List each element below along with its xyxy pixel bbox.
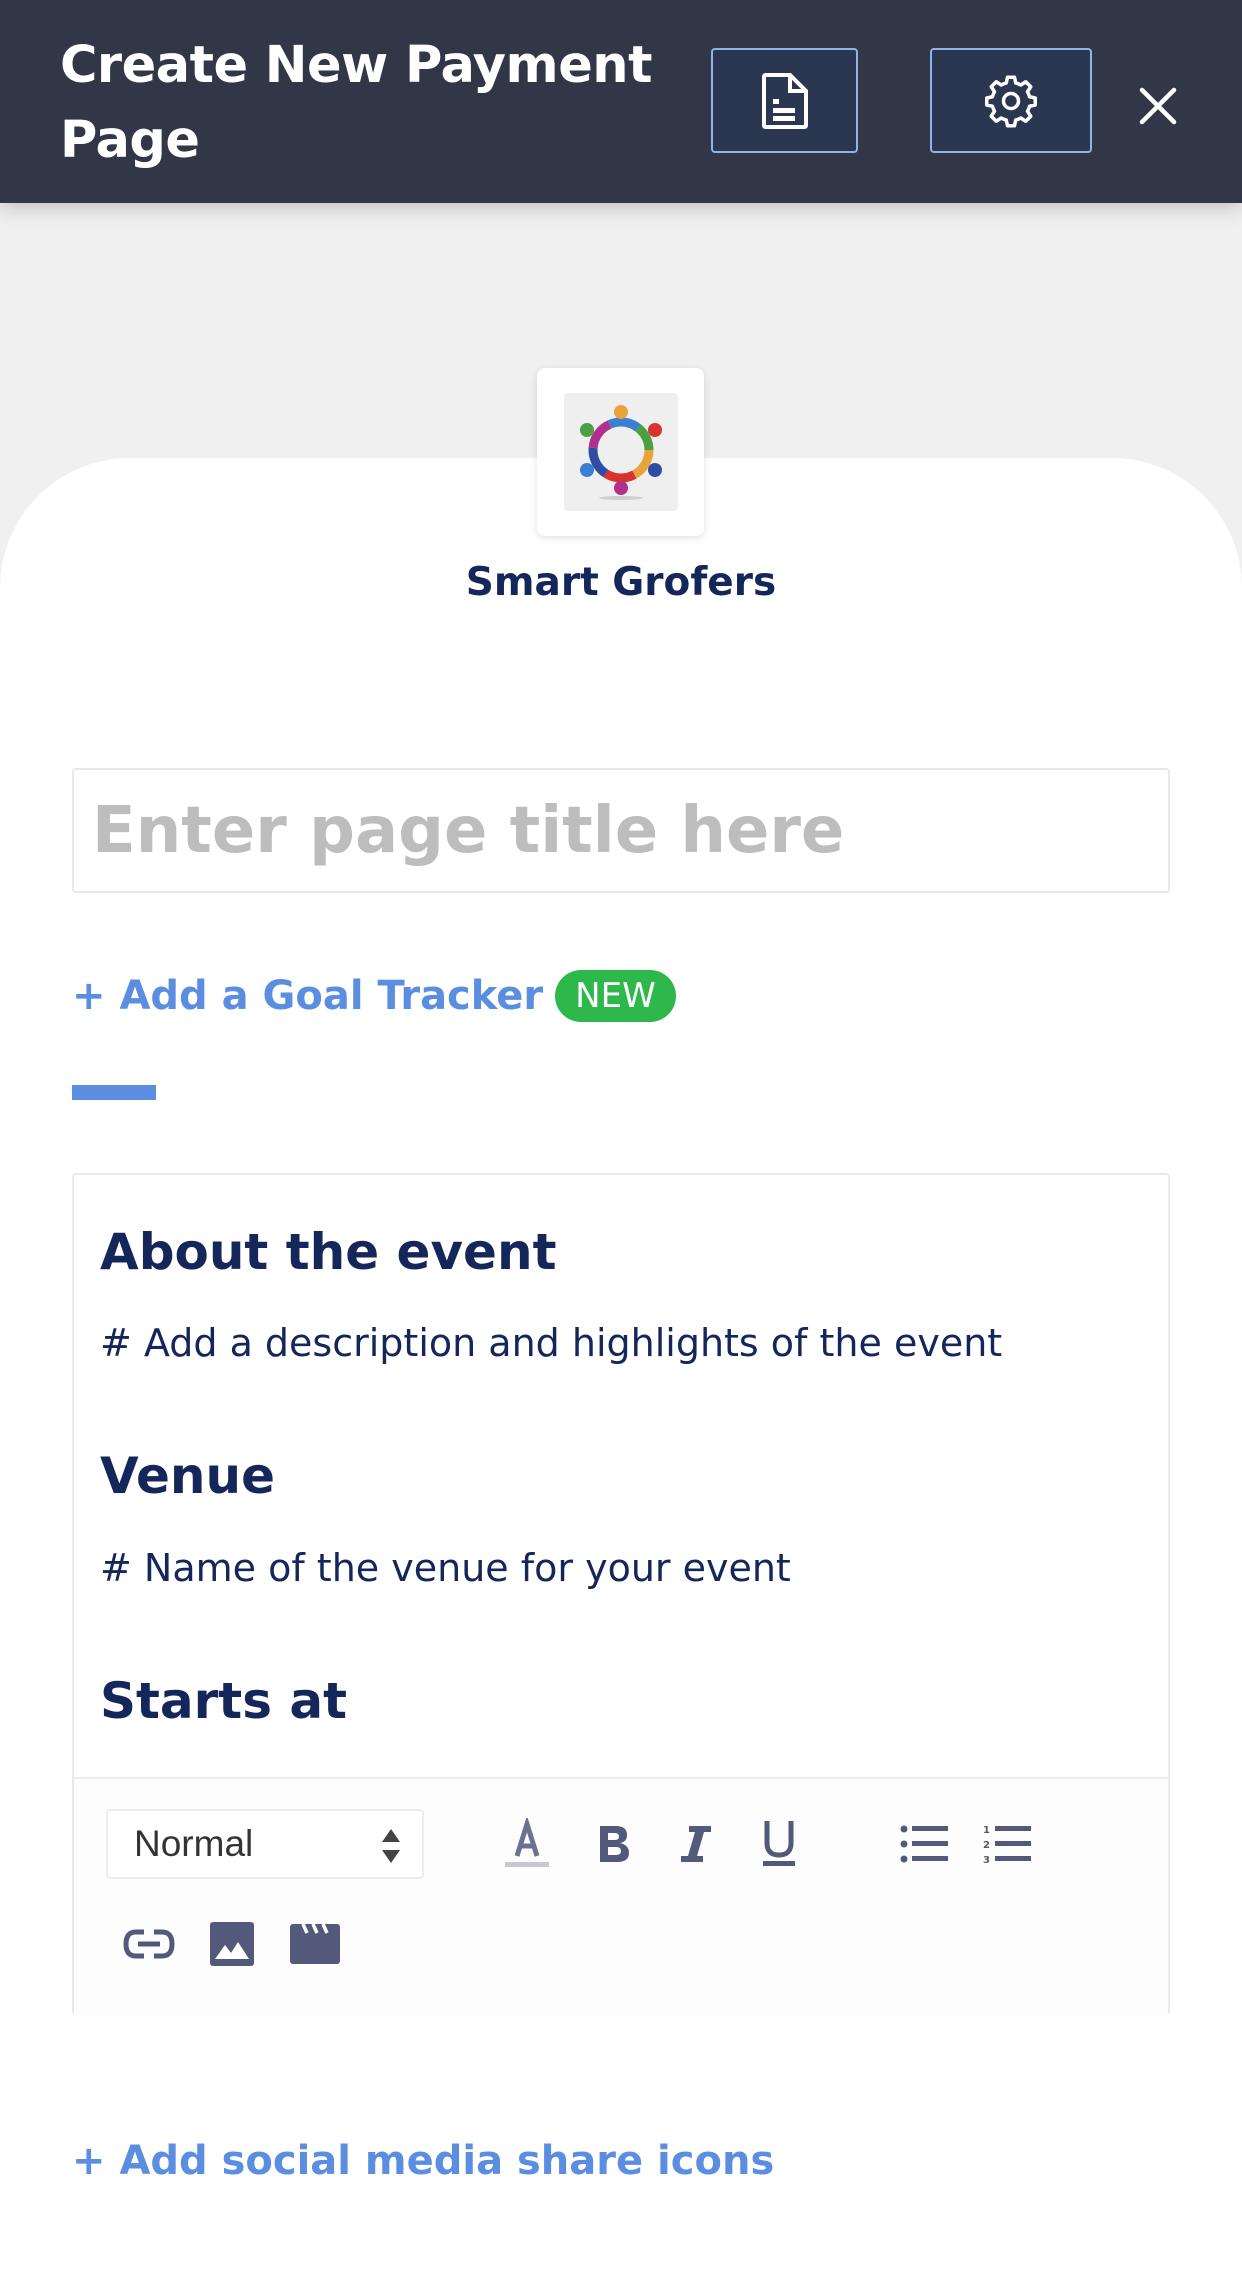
underline-icon: [763, 1821, 795, 1866]
page-title: Create New Payment Page: [60, 36, 652, 170]
underline-button[interactable]: [750, 1815, 808, 1873]
new-badge: NEW: [555, 970, 676, 1022]
bullet-list-icon: [900, 1825, 948, 1863]
editor-toolbar: Normal 1 2 3: [74, 1777, 1168, 2015]
merchant-logo: [563, 393, 678, 511]
editor-heading: About the event: [100, 1223, 557, 1281]
svg-text:3: 3: [983, 1855, 990, 1865]
select-arrows-icon: [382, 1829, 400, 1863]
editor-paragraph: # Add a description and highlights of th…: [100, 1321, 1003, 1365]
text-color-button[interactable]: [498, 1815, 556, 1873]
description-editor[interactable]: About the event # Add a description and …: [72, 1173, 1170, 2015]
add-social-share-link[interactable]: + Add social media share icons: [72, 2138, 774, 2184]
people-circle-logo-icon: [579, 405, 662, 500]
video-button[interactable]: [286, 1915, 344, 1973]
add-goal-tracker-label: + Add a Goal Tracker: [72, 973, 544, 1019]
merchant-name: Smart Grofers: [465, 560, 777, 605]
italic-icon: [681, 1826, 711, 1862]
bullet-list-button[interactable]: [896, 1815, 954, 1873]
numbered-list-icon: 1 2 3: [983, 1825, 1031, 1865]
bold-icon: [600, 1826, 629, 1862]
bold-button[interactable]: [585, 1815, 643, 1873]
document-icon: [761, 72, 808, 129]
editor-heading: Venue: [100, 1447, 275, 1505]
merchant-logo-card: [537, 368, 704, 536]
editor-paragraph: # Name of the venue for your event: [100, 1546, 791, 1590]
svg-text:2: 2: [983, 1840, 990, 1851]
italic-button[interactable]: [668, 1815, 726, 1873]
close-button[interactable]: [1130, 78, 1186, 134]
format-select-value: Normal: [134, 1823, 254, 1864]
text-color-icon: [505, 1818, 549, 1867]
close-icon: [1139, 87, 1177, 125]
gear-icon: [985, 75, 1037, 127]
link-button[interactable]: [120, 1915, 178, 1973]
add-goal-tracker-link[interactable]: + Add a Goal Tracker NEW: [72, 970, 676, 1022]
svg-text:1: 1: [983, 1825, 990, 1836]
image-button[interactable]: [203, 1915, 261, 1973]
image-icon: [210, 1922, 254, 1966]
page-title-input[interactable]: [72, 768, 1170, 893]
video-icon: [290, 1923, 340, 1964]
app-header: Create New Payment Page: [0, 0, 1242, 203]
preview-button[interactable]: [711, 48, 858, 153]
settings-button[interactable]: [930, 48, 1092, 153]
editor-heading: Starts at: [100, 1672, 348, 1730]
link-icon: [123, 1929, 175, 1959]
section-divider: [72, 1085, 156, 1100]
editor-content[interactable]: About the event # Add a description and …: [100, 1175, 1142, 1775]
format-select[interactable]: Normal: [106, 1809, 424, 1879]
numbered-list-button[interactable]: 1 2 3: [979, 1815, 1037, 1873]
